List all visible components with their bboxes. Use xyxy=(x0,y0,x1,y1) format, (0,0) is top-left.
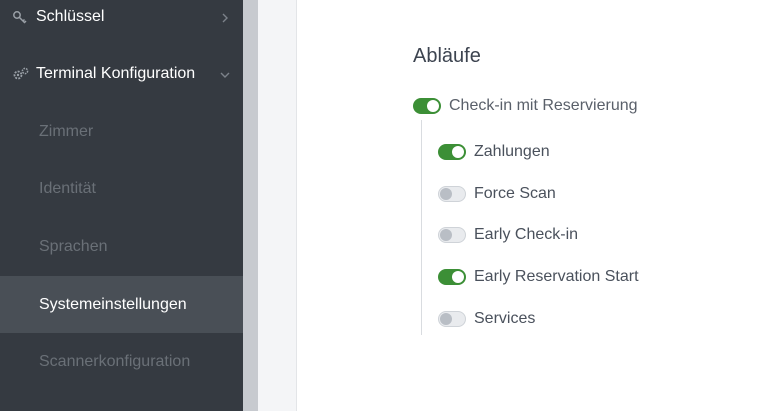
gears-icon xyxy=(12,65,30,83)
early-check-in-label: Early Check-in xyxy=(474,226,579,243)
toggle-services[interactable] xyxy=(438,311,466,327)
sidebar-subitem-systemeinstellungen[interactable]: Systemeinstellungen xyxy=(0,276,243,333)
sidebar-item-label: Terminal Konfiguration xyxy=(36,64,196,82)
zahlungen-label: Zahlungen xyxy=(474,143,550,160)
sidebar-item-label: Schlüssel xyxy=(36,7,105,25)
toggle-zahlungen[interactable] xyxy=(438,144,466,160)
sidebar: Schlüssel Terminal Konfiguration Zimmer … xyxy=(0,0,243,411)
toggle-early-reservation-start[interactable] xyxy=(438,269,466,285)
toggle-knob xyxy=(440,188,452,200)
toggle-knob xyxy=(452,146,464,158)
toggle-early-check-in[interactable] xyxy=(438,227,466,243)
tree-guide-line xyxy=(421,120,422,335)
sidebar-subitem-label: Systemeinstellungen xyxy=(39,295,187,313)
toggle-knob xyxy=(452,271,464,283)
settings-panel: Abläufe Check-in mit Reservierung Zahlun… xyxy=(296,0,764,411)
sidebar-subitem-identitaet[interactable]: Identität xyxy=(0,160,243,217)
force-scan-label: Force Scan xyxy=(474,185,556,202)
sidebar-subitem-label: Sprachen xyxy=(39,237,108,255)
toggle-knob xyxy=(427,100,439,112)
toggle-check-in-mit-reservierung[interactable] xyxy=(413,98,441,114)
content-gutter xyxy=(258,0,296,411)
sidebar-subitem-zimmer[interactable]: Zimmer xyxy=(0,103,243,160)
early-reservation-start-label: Early Reservation Start xyxy=(474,268,639,285)
toggle-force-scan[interactable] xyxy=(438,186,466,202)
toggle-knob xyxy=(440,229,452,241)
check-in-mit-reservierung-label: Check-in mit Reservierung xyxy=(449,97,638,114)
toggle-knob xyxy=(440,313,452,325)
sidebar-subitem-label: Zimmer xyxy=(39,122,94,140)
sidebar-divider xyxy=(243,0,258,411)
chevron-down-icon xyxy=(219,68,231,80)
sidebar-subitem-sprachen[interactable]: Sprachen xyxy=(0,218,243,275)
sidebar-subitem-label: Scannerkonfiguration xyxy=(39,352,191,370)
services-label: Services xyxy=(474,310,536,327)
sidebar-subitem-scannerkonfiguration[interactable]: Scannerkonfiguration xyxy=(0,333,243,390)
key-icon xyxy=(12,8,30,26)
sidebar-subitem-label: Identität xyxy=(39,179,96,197)
sidebar-item-schluessel[interactable]: Schlüssel xyxy=(0,0,243,45)
chevron-right-icon xyxy=(219,11,231,23)
sidebar-item-terminal-konfiguration[interactable]: Terminal Konfiguration xyxy=(0,45,243,102)
section-title: Abläufe xyxy=(413,45,481,67)
